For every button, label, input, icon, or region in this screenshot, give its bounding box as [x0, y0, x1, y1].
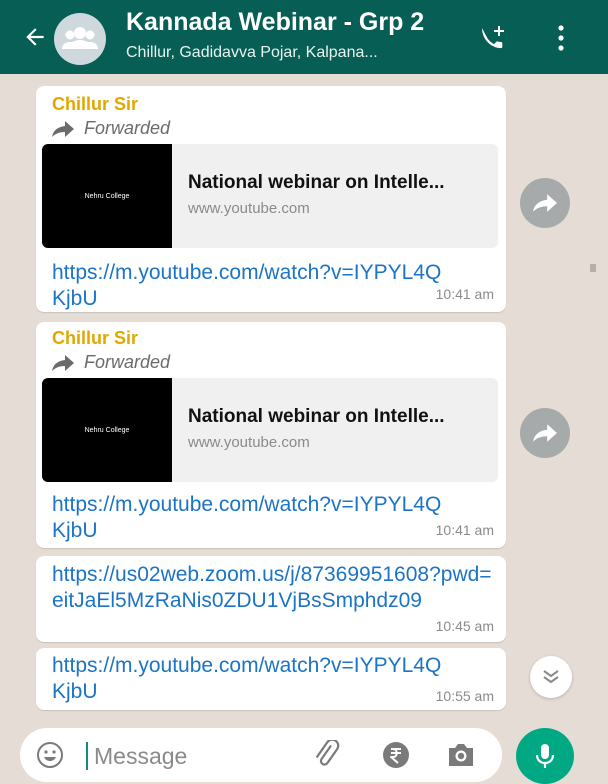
forwarded-label: Forwarded — [52, 118, 170, 139]
voice-record-button[interactable] — [516, 728, 574, 784]
sender-name: Chillur Sir — [52, 328, 139, 348]
preview-domain: www.youtube.com — [188, 434, 310, 451]
message-input[interactable] — [92, 737, 296, 775]
message-bubble[interactable]: https://m.youtube.com/watch?v=IYPYL4QKjb… — [36, 648, 506, 710]
paperclip-icon[interactable] — [312, 740, 342, 770]
microphone-icon — [535, 744, 555, 768]
link-preview[interactable]: Nehru College National webinar on Intell… — [42, 144, 498, 248]
forwarded-icon — [52, 121, 74, 137]
more-vert-icon[interactable] — [556, 24, 566, 52]
message-composer — [20, 728, 502, 782]
add-call-icon[interactable] — [476, 22, 508, 54]
forward-button[interactable] — [520, 408, 570, 458]
back-arrow-icon[interactable] — [22, 24, 48, 50]
sender-name: Chillur Sir — [52, 94, 139, 114]
share-arrow-icon — [533, 194, 557, 212]
message-bubble[interactable]: Chillur Sir Forwarded Nehru College Nati… — [36, 86, 506, 312]
message-bubble[interactable]: https://us02web.zoom.us/j/87369951608?pw… — [36, 556, 506, 642]
forwarded-label: Forwarded — [52, 352, 170, 373]
text-cursor — [86, 742, 88, 770]
chat-header: Kannada Webinar - Grp 2 Chillur, Gadidav… — [0, 0, 608, 74]
forward-button[interactable] — [520, 178, 570, 228]
message-bubble[interactable]: Chillur Sir Forwarded Nehru College Nati… — [36, 322, 506, 548]
rupee-icon[interactable] — [382, 741, 410, 769]
group-icon — [62, 27, 98, 49]
message-link[interactable]: https://m.youtube.com/watch?v=IYPYL4QKjb… — [52, 260, 442, 312]
preview-domain: www.youtube.com — [188, 200, 310, 217]
link-preview[interactable]: Nehru College National webinar on Intell… — [42, 378, 498, 482]
group-avatar[interactable] — [54, 13, 106, 65]
message-time: 10:45 am — [435, 618, 494, 634]
emoji-icon[interactable] — [36, 741, 64, 769]
scroll-to-bottom-button[interactable] — [530, 656, 572, 698]
scroll-indicator — [590, 264, 596, 272]
preview-thumbnail: Nehru College — [42, 144, 172, 248]
message-link[interactable]: https://m.youtube.com/watch?v=IYPYL4QKjb… — [52, 653, 442, 705]
message-time: 10:55 am — [435, 688, 494, 704]
share-arrow-icon — [533, 424, 557, 442]
preview-thumbnail: Nehru College — [42, 378, 172, 482]
double-chevron-down-icon — [543, 670, 559, 684]
message-time: 10:41 am — [435, 522, 494, 538]
message-link[interactable]: https://m.youtube.com/watch?v=IYPYL4QKjb… — [52, 492, 442, 544]
chat-area[interactable]: Chillur Sir Forwarded Nehru College Nati… — [0, 74, 608, 720]
chat-title[interactable]: Kannada Webinar - Grp 2 — [126, 8, 424, 37]
forwarded-icon — [52, 355, 74, 371]
chat-participants[interactable]: Chillur, Gadidavva Pojar, Kalpana... — [126, 44, 378, 62]
message-time: 10:41 am — [435, 286, 494, 302]
preview-title: National webinar on Intelle... — [188, 406, 445, 427]
message-link[interactable]: https://us02web.zoom.us/j/87369951608?pw… — [52, 562, 492, 614]
camera-icon[interactable] — [446, 741, 476, 769]
preview-title: National webinar on Intelle... — [188, 172, 445, 193]
